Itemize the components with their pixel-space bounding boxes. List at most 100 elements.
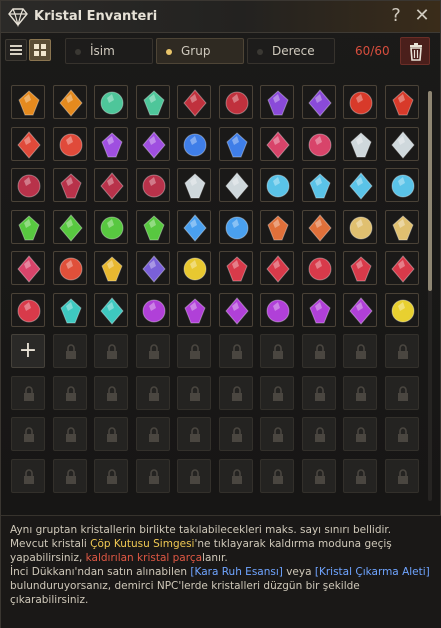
add-slot-button[interactable]: + bbox=[11, 334, 45, 368]
crystal-slot[interactable] bbox=[219, 293, 253, 327]
crystal-slot[interactable] bbox=[53, 168, 87, 202]
crystal-slot[interactable] bbox=[385, 85, 419, 119]
crystal-slot[interactable] bbox=[219, 210, 253, 244]
help-button[interactable]: ? bbox=[385, 5, 407, 27]
crystal-gem-icon bbox=[349, 297, 373, 325]
crystal-gem-icon bbox=[266, 299, 290, 323]
crystal-slot[interactable] bbox=[136, 293, 170, 327]
crystal-slot[interactable] bbox=[260, 85, 294, 119]
scrollbar-thumb[interactable] bbox=[428, 91, 432, 291]
locked-slot bbox=[53, 376, 87, 410]
sort-by-group-button[interactable]: Grup bbox=[156, 38, 244, 64]
crystal-slot[interactable] bbox=[94, 168, 128, 202]
crystal-slot[interactable] bbox=[177, 251, 211, 285]
locked-slot bbox=[177, 334, 211, 368]
item-link-black-spirit-essence[interactable]: [Kara Ruh Esansı] bbox=[190, 566, 282, 578]
close-button[interactable]: ✕ bbox=[411, 5, 433, 27]
info-text: lanır. bbox=[202, 552, 228, 564]
crystal-slot[interactable] bbox=[260, 251, 294, 285]
crystal-slot[interactable] bbox=[11, 127, 45, 161]
crystal-slot[interactable] bbox=[343, 210, 377, 244]
title-bar[interactable]: Kristal Envanteri ? ✕ bbox=[1, 1, 440, 33]
radio-dot-icon bbox=[257, 49, 263, 55]
crystal-gem-icon bbox=[60, 298, 82, 324]
crystal-slot[interactable] bbox=[177, 293, 211, 327]
info-text: bulunduruyorsanız, demirci NPC'lerde kri… bbox=[10, 580, 360, 606]
crystal-slot[interactable] bbox=[53, 210, 87, 244]
crystal-slot[interactable] bbox=[177, 85, 211, 119]
delete-mode-button[interactable] bbox=[400, 37, 430, 65]
crystal-slot[interactable] bbox=[219, 85, 253, 119]
info-panel: Aynı gruptan kristallerin birlikte takıl… bbox=[1, 515, 441, 628]
crystal-slot[interactable] bbox=[94, 210, 128, 244]
crystal-slot[interactable] bbox=[177, 168, 211, 202]
crystal-slot[interactable] bbox=[302, 251, 336, 285]
crystal-slot[interactable] bbox=[136, 127, 170, 161]
item-link-crystal-extraction-tool[interactable]: [Kristal Çıkarma Aleti] bbox=[315, 566, 430, 578]
locked-slot bbox=[136, 376, 170, 410]
locked-slot bbox=[343, 459, 377, 493]
locked-slot bbox=[94, 376, 128, 410]
lock-icon bbox=[232, 344, 242, 359]
crystal-slot[interactable] bbox=[385, 293, 419, 327]
crystal-slot[interactable] bbox=[136, 168, 170, 202]
locked-slot bbox=[11, 459, 45, 493]
crystal-slot[interactable] bbox=[11, 168, 45, 202]
crystal-slot[interactable] bbox=[11, 251, 45, 285]
locked-slot bbox=[219, 417, 253, 451]
crystal-slot[interactable] bbox=[53, 251, 87, 285]
crystal-slot[interactable] bbox=[343, 85, 377, 119]
crystal-slot[interactable] bbox=[260, 127, 294, 161]
crystal-slot[interactable] bbox=[260, 293, 294, 327]
crystal-slot[interactable] bbox=[177, 127, 211, 161]
locked-slot bbox=[11, 376, 45, 410]
crystal-slot[interactable] bbox=[53, 85, 87, 119]
sort-by-name-button[interactable]: İsim bbox=[65, 38, 153, 64]
crystal-slot[interactable] bbox=[219, 168, 253, 202]
crystal-slot[interactable] bbox=[302, 210, 336, 244]
crystal-slot[interactable] bbox=[302, 127, 336, 161]
grid-view-button[interactable] bbox=[29, 39, 51, 61]
crystal-slot[interactable] bbox=[136, 251, 170, 285]
crystal-slot[interactable] bbox=[343, 168, 377, 202]
crystal-slot[interactable] bbox=[94, 293, 128, 327]
crystal-slot[interactable] bbox=[385, 251, 419, 285]
crystal-slot[interactable] bbox=[219, 251, 253, 285]
crystal-slot[interactable] bbox=[260, 210, 294, 244]
fragment-highlight: kaldırılan kristal parça bbox=[85, 552, 203, 564]
locked-slot bbox=[343, 376, 377, 410]
list-view-button[interactable] bbox=[5, 39, 27, 61]
lock-icon bbox=[315, 344, 325, 359]
crystal-slot[interactable] bbox=[302, 85, 336, 119]
crystal-slot[interactable] bbox=[343, 127, 377, 161]
crystal-slot[interactable] bbox=[343, 293, 377, 327]
crystal-slot[interactable] bbox=[260, 168, 294, 202]
crystal-slot[interactable] bbox=[11, 210, 45, 244]
crystal-slot[interactable] bbox=[136, 85, 170, 119]
crystal-slot[interactable] bbox=[385, 210, 419, 244]
crystal-slot[interactable] bbox=[302, 293, 336, 327]
crystal-slot[interactable] bbox=[53, 127, 87, 161]
crystal-slot[interactable] bbox=[11, 293, 45, 327]
crystal-slot[interactable] bbox=[94, 251, 128, 285]
crystal-slot[interactable] bbox=[385, 127, 419, 161]
crystal-gem-icon bbox=[59, 133, 83, 157]
crystal-slot[interactable] bbox=[219, 127, 253, 161]
crystal-slot[interactable] bbox=[343, 251, 377, 285]
crystal-gem-icon bbox=[391, 131, 415, 159]
crystal-gem-icon bbox=[391, 255, 415, 283]
sort-by-grade-button[interactable]: Derece bbox=[247, 38, 335, 64]
crystal-slot[interactable] bbox=[385, 168, 419, 202]
lock-icon bbox=[398, 427, 408, 442]
crystal-slot[interactable] bbox=[53, 293, 87, 327]
crystal-slot[interactable] bbox=[136, 210, 170, 244]
scrollbar[interactable] bbox=[428, 91, 432, 501]
crystal-slot[interactable] bbox=[302, 168, 336, 202]
lock-icon bbox=[66, 386, 76, 401]
crystal-slot[interactable] bbox=[94, 127, 128, 161]
crystal-slot[interactable] bbox=[11, 85, 45, 119]
crystal-gem-icon bbox=[266, 131, 290, 159]
crystal-slot[interactable] bbox=[177, 210, 211, 244]
crystal-slot[interactable] bbox=[94, 85, 128, 119]
lock-icon bbox=[356, 427, 366, 442]
